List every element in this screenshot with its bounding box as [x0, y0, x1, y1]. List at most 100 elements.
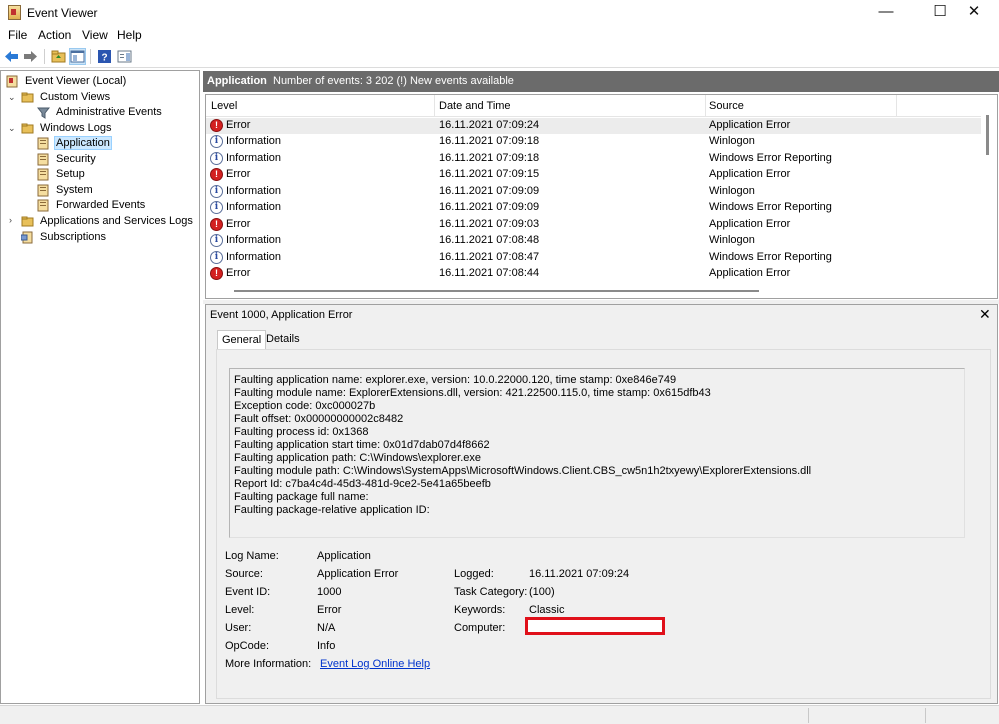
event-level: Error — [226, 168, 251, 180]
event-datetime: 16.11.2021 07:08:44 — [439, 267, 540, 279]
keywords-label: Keywords: — [454, 604, 506, 616]
event-row[interactable]: ! Error 16.11.2021 07:09:15 Application … — [206, 167, 982, 183]
error-icon: ! — [210, 267, 223, 280]
description-line: Faulting module path: C:\Windows\SystemA… — [234, 465, 812, 477]
event-datetime: 16.11.2021 07:08:48 — [439, 234, 540, 246]
tree-item-event-viewer-local[interactable]: Event Viewer (Local) — [6, 73, 128, 89]
column-divider[interactable] — [434, 95, 435, 117]
event-datetime: 16.11.2021 07:09:18 — [439, 152, 540, 164]
event-row[interactable]: i Information 16.11.2021 07:09:18 Window… — [206, 151, 982, 167]
event-source: Winlogon — [709, 135, 755, 147]
event-row[interactable]: i Information 16.11.2021 07:09:09 Winlog… — [206, 184, 982, 200]
tree-item-administrative-events[interactable]: Administrative Events — [37, 104, 164, 120]
event-level: Information — [226, 251, 282, 263]
description-line: Faulting package full name: — [234, 491, 369, 503]
horizontal-scrollbar-thumb[interactable] — [234, 290, 759, 292]
menu-help[interactable]: Help — [117, 28, 142, 42]
minimize-button[interactable]: — — [863, 0, 909, 25]
information-icon: i — [210, 152, 223, 165]
vertical-scrollbar[interactable] — [981, 95, 997, 283]
log-icon — [37, 199, 49, 211]
main-pane: Application Number of events: 3 202 (!) … — [203, 71, 999, 705]
status-divider — [808, 708, 809, 723]
up-folder-icon[interactable] — [50, 48, 67, 65]
event-level: Error — [226, 267, 251, 279]
menu-bar: File Action View Help — [0, 26, 999, 44]
close-detail-icon[interactable]: ✕ — [979, 306, 991, 323]
tree-item-security[interactable]: Security — [37, 151, 98, 167]
event-datetime: 16.11.2021 07:09:09 — [439, 201, 540, 213]
tree-item-application[interactable]: Application — [37, 135, 112, 151]
log-icon — [37, 184, 49, 196]
log-icon — [37, 153, 49, 165]
toolbar-separator — [44, 49, 45, 64]
event-row[interactable]: ! Error 16.11.2021 07:09:03 Application … — [206, 217, 982, 233]
tree-item-system[interactable]: System — [37, 182, 95, 198]
event-source: Winlogon — [709, 234, 755, 246]
event-detail-pane: Event 1000, Application Error ✕ General … — [205, 304, 998, 704]
event-description[interactable]: Faulting application name: explorer.exe,… — [229, 368, 965, 538]
tree-item-custom-views[interactable]: Custom Views — [21, 89, 112, 105]
event-source: Application Error — [709, 119, 791, 131]
event-datetime: 16.11.2021 07:09:24 — [439, 119, 540, 131]
level-value: Error — [317, 604, 342, 616]
user-value: N/A — [317, 622, 336, 634]
task-category-label: Task Category: — [454, 586, 528, 598]
show-action-pane-icon[interactable] — [116, 48, 133, 65]
menu-file[interactable]: File — [8, 28, 27, 42]
event-row[interactable]: i Information 16.11.2021 07:09:09 Window… — [206, 200, 982, 216]
event-list-header: Level Date and Time Source — [206, 95, 986, 117]
opcode-value: Info — [317, 640, 336, 652]
event-source: Application Error — [709, 218, 791, 230]
chevron-right-icon[interactable]: › — [9, 216, 18, 225]
description-line: Exception code: 0xc000027b — [234, 400, 376, 412]
chevron-down-icon[interactable]: ⌄ — [8, 124, 17, 133]
menu-view[interactable]: View — [82, 28, 108, 42]
status-bar — [0, 705, 999, 724]
close-window-button[interactable]: ✕ — [951, 0, 997, 25]
tree-item-windows-logs[interactable]: Windows Logs — [21, 120, 114, 136]
tree-item-subscriptions[interactable]: Subscriptions — [21, 229, 108, 245]
event-datetime: 16.11.2021 07:09:09 — [439, 185, 540, 197]
event-viewer-icon — [6, 75, 18, 87]
event-list[interactable]: Level Date and Time Source ! Error 16.11… — [205, 94, 998, 299]
column-divider[interactable] — [705, 95, 706, 117]
tree-item-setup[interactable]: Setup — [37, 166, 87, 182]
column-header-date-time[interactable]: Date and Time — [439, 100, 511, 112]
event-source: Windows Error Reporting — [709, 251, 832, 263]
show-hide-console-tree-icon[interactable] — [69, 48, 86, 65]
error-icon: ! — [210, 218, 223, 231]
event-log-online-help-link[interactable]: Event Log Online Help — [320, 658, 430, 670]
event-source: Winlogon — [709, 185, 755, 197]
column-header-source[interactable]: Source — [709, 100, 744, 112]
tree-item-applications-and-services-logs[interactable]: Applications and Services Logs — [21, 213, 195, 229]
event-id-label: Event ID: — [225, 586, 271, 598]
event-row[interactable]: i Information 16.11.2021 07:09:18 Winlog… — [206, 134, 982, 150]
column-header-level[interactable]: Level — [211, 100, 237, 112]
logged-value: 16.11.2021 07:09:24 — [529, 568, 630, 580]
event-row[interactable]: ! Error 16.11.2021 07:09:24 Application … — [206, 118, 982, 134]
vertical-scrollbar-thumb[interactable] — [986, 115, 989, 155]
event-detail-title: Event 1000, Application Error — [210, 309, 353, 321]
back-arrow-icon[interactable] — [3, 48, 20, 65]
menu-action[interactable]: Action — [38, 28, 71, 42]
event-row[interactable]: ! Error 16.11.2021 07:08:44 Application … — [206, 266, 982, 282]
tab-details[interactable]: Details — [262, 330, 304, 349]
computer-value-redacted — [525, 617, 665, 635]
event-level: Error — [226, 119, 251, 131]
event-level: Information — [226, 234, 282, 246]
error-icon: ! — [210, 168, 223, 181]
folder-icon — [21, 92, 34, 102]
tab-general[interactable]: General — [217, 330, 267, 350]
information-icon: i — [210, 201, 223, 214]
forward-arrow-icon[interactable] — [22, 48, 39, 65]
chevron-down-icon[interactable]: ⌄ — [8, 93, 17, 102]
horizontal-scrollbar[interactable] — [206, 284, 982, 298]
tree-item-forwarded-events[interactable]: Forwarded Events — [37, 197, 147, 213]
event-row[interactable]: i Information 16.11.2021 07:08:48 Winlog… — [206, 233, 982, 249]
information-icon: i — [210, 135, 223, 148]
column-divider[interactable] — [896, 95, 897, 117]
event-row[interactable]: i Information 16.11.2021 07:08:47 Window… — [206, 250, 982, 266]
help-icon[interactable]: ? — [96, 48, 113, 65]
event-level: Information — [226, 201, 282, 213]
